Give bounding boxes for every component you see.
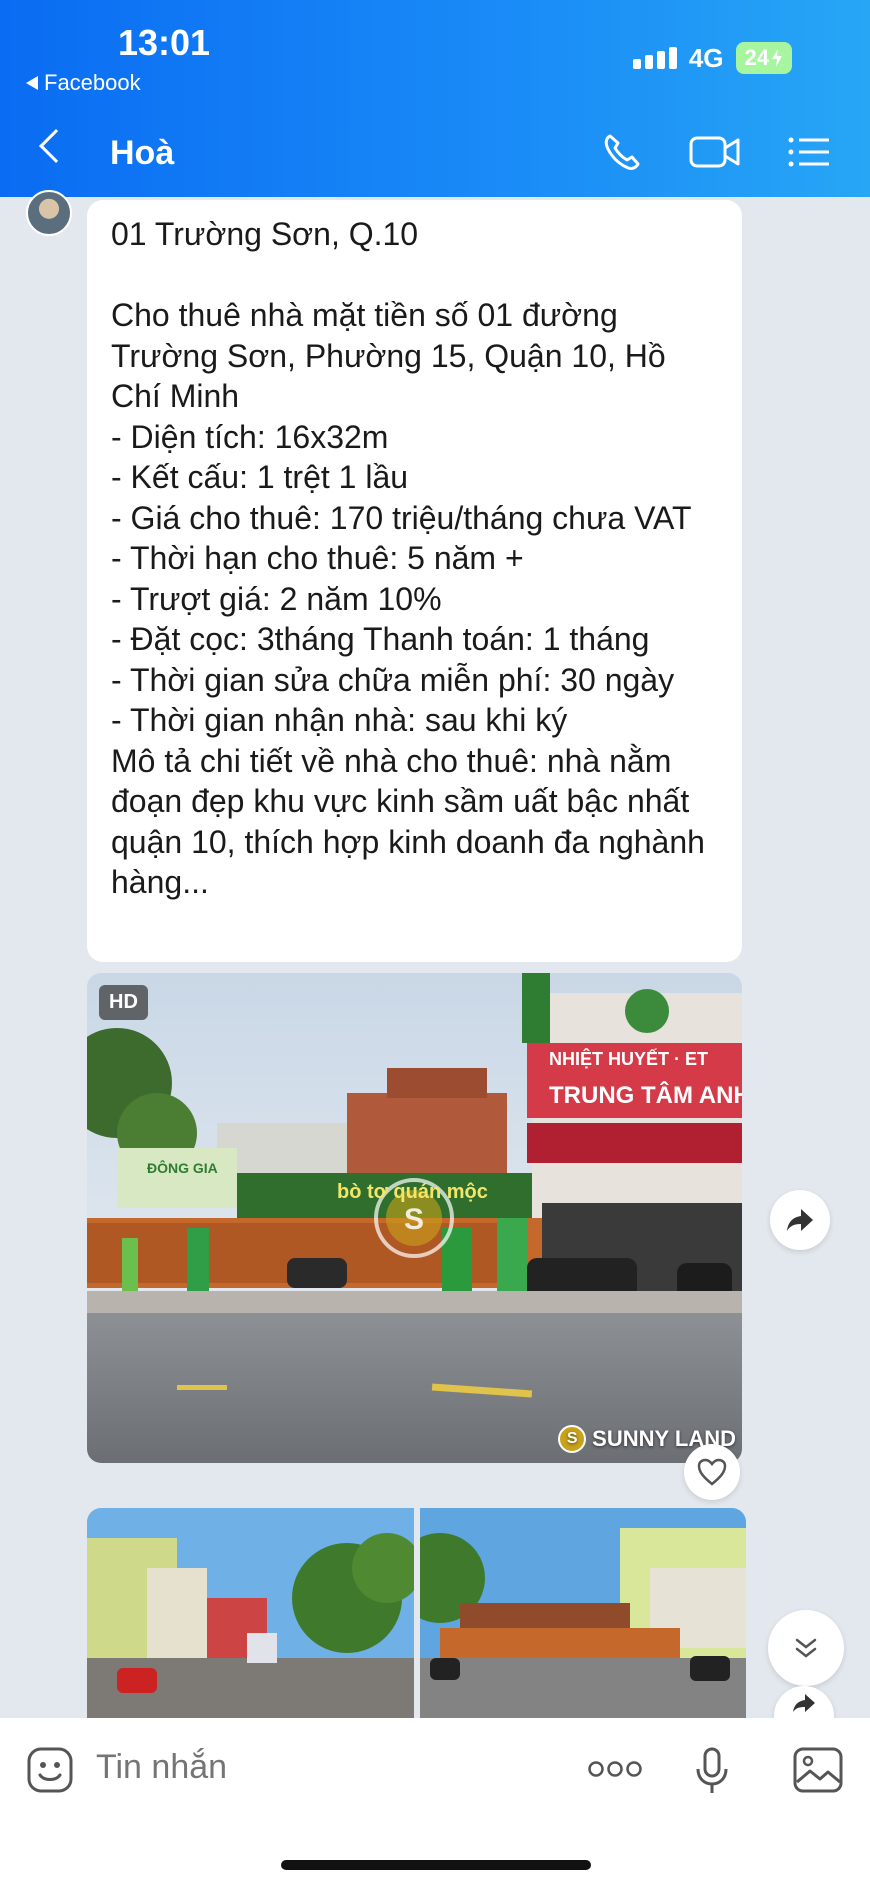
image-icon[interactable]	[792, 1746, 844, 1794]
status-time: 13:01	[118, 22, 211, 63]
sign-shop-text: bò tơ quán mộc	[337, 1181, 488, 1203]
back-triangle-icon	[26, 76, 38, 90]
double-chevron-down-icon	[795, 1638, 817, 1658]
video-call-icon[interactable]	[688, 130, 742, 174]
sign-center-text: TRUNG TÂM ANH N	[549, 1081, 742, 1109]
battery-level: 24	[744, 45, 769, 70]
chat-header: 13:01 Facebook 4G 24 Hoà	[0, 0, 870, 197]
status-indicators: 4G 24	[632, 42, 792, 74]
phone-icon[interactable]	[600, 130, 644, 174]
street-photo-left	[87, 1508, 414, 1718]
chat-title: Hoà	[110, 134, 175, 172]
sign-left-text: ĐÔNG GIA	[147, 1159, 218, 1176]
message-composer	[0, 1718, 870, 1885]
street-scene-illustration: S ĐÔNG GIA bò tơ quán mộc NHIỆT HUYẾT · …	[87, 973, 742, 1463]
message-text: 01 Trường Sơn, Q.10 Cho thuê nhà mặt tiề…	[111, 216, 705, 900]
sign-center-top-text: NHIỆT HUYẾT · ET	[549, 1048, 708, 1069]
sender-avatar[interactable]	[26, 190, 72, 236]
signal-icon	[632, 47, 677, 69]
street-photo-right	[420, 1508, 746, 1718]
back-app-label: Facebook	[44, 70, 141, 95]
forward-button-2[interactable]	[774, 1686, 834, 1718]
forward-button[interactable]	[770, 1190, 830, 1250]
sticker-icon[interactable]	[26, 1746, 74, 1794]
watermark-logo-icon: S	[558, 1425, 587, 1453]
network-type: 4G	[688, 42, 724, 73]
message-input[interactable]	[96, 1748, 536, 1787]
microphone-icon[interactable]	[694, 1746, 730, 1796]
forward-arrow-icon	[787, 1209, 813, 1231]
more-icon[interactable]	[587, 1760, 643, 1778]
message-bubble[interactable]: 01 Trường Sơn, Q.10 Cho thuê nhà mặt tiề…	[87, 200, 742, 962]
home-indicator	[281, 1860, 591, 1870]
forward-arrow-icon	[793, 1694, 815, 1712]
property-photo-3[interactable]	[420, 1508, 746, 1718]
battery-icon: 24	[735, 42, 792, 74]
property-photo-2[interactable]	[87, 1508, 414, 1718]
svg-text:S: S	[404, 1203, 424, 1236]
heart-icon	[697, 1458, 727, 1486]
scroll-down-button[interactable]	[768, 1610, 844, 1686]
property-photo[interactable]: S ĐÔNG GIA bò tơ quán mộc NHIỆT HUYẾT · …	[87, 973, 742, 1463]
menu-list-icon[interactable]	[786, 130, 832, 174]
back-to-app-link[interactable]: Facebook	[26, 70, 141, 96]
back-icon[interactable]	[39, 129, 73, 163]
hd-badge: HD	[99, 985, 148, 1020]
react-heart-button[interactable]	[684, 1444, 740, 1500]
